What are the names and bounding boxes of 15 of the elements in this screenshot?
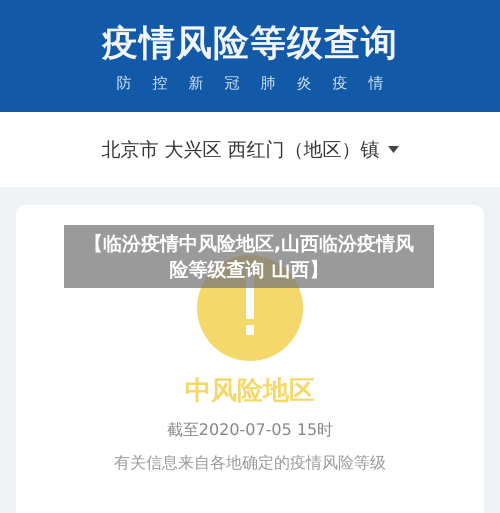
- location-selector[interactable]: 北京市 大兴区 西红门（地区）镇: [101, 136, 380, 162]
- caption-overlay: 【临汾疫情中风险地区,山西临汾疫情风险等级查询 山西】: [64, 225, 434, 288]
- risk-level: 中风险地区: [185, 375, 315, 408]
- subtitle-character: 情: [368, 74, 384, 93]
- subtitle-character: 控: [152, 74, 168, 93]
- subtitle-character: 防: [116, 74, 132, 93]
- source-note: 有关信息来自各地确定的疫情风险等级: [114, 453, 386, 474]
- subtitle-character: 疫: [332, 74, 348, 93]
- subtitle-character: 新: [188, 74, 204, 93]
- caret-icon[interactable]: [388, 146, 399, 153]
- page-title: 疫情风险等级查询: [102, 22, 398, 66]
- subtitle-character: 冠: [224, 74, 240, 93]
- subtitle-character: 炎: [296, 74, 312, 93]
- update-time: 截至2020-07-05 15时: [166, 420, 334, 441]
- subtitle-character: 肺: [260, 74, 276, 93]
